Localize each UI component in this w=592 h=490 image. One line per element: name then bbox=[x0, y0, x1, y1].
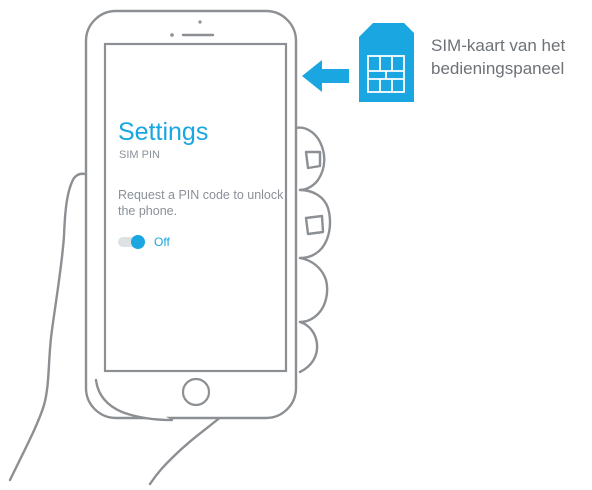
illustration: Settings SIM PIN Request a PIN code to u… bbox=[0, 0, 592, 490]
pin-request-toggle[interactable] bbox=[118, 235, 148, 249]
sim-caption-line-2: bedieningspaneel bbox=[431, 59, 565, 78]
sim-card-icon bbox=[359, 23, 414, 102]
toggle-state-label: Off bbox=[154, 235, 170, 249]
home-button-icon bbox=[181, 377, 211, 407]
sim-card-caption: SIM-kaart van het bedieningspaneel bbox=[431, 34, 565, 80]
sim-caption-line-1: SIM-kaart van het bbox=[431, 36, 566, 55]
section-subtitle: SIM PIN bbox=[119, 149, 160, 161]
toggle-knob bbox=[131, 235, 145, 249]
setting-description: Request a PIN code to unlock the phone. bbox=[118, 188, 284, 218]
arrow-left-icon bbox=[302, 60, 349, 92]
page-title: Settings bbox=[118, 118, 209, 146]
